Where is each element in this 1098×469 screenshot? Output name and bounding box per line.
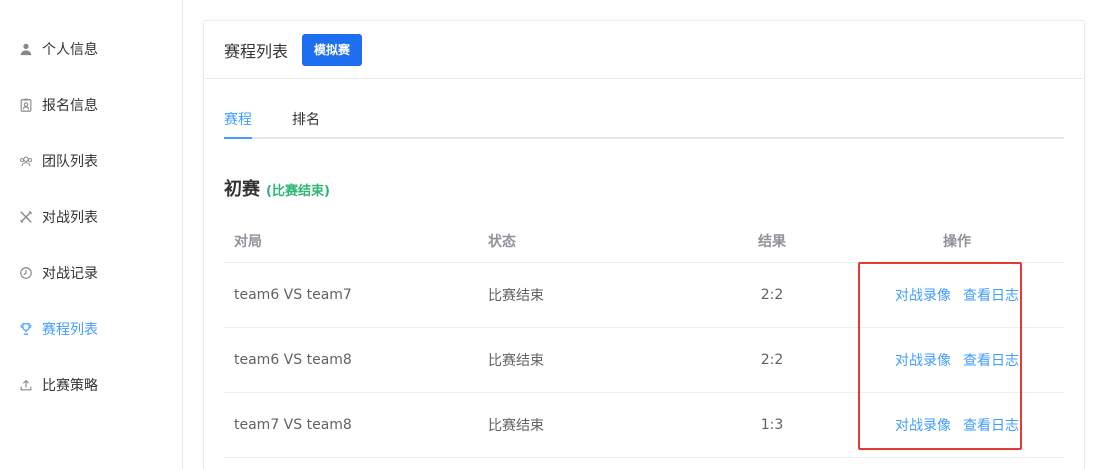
- header-match: 对局: [234, 233, 262, 250]
- tab-label: 排名: [292, 112, 320, 128]
- sidebar-item-records[interactable]: 对战记录: [18, 262, 98, 284]
- simulate-match-button[interactable]: 模拟赛: [302, 33, 363, 66]
- sidebar-item-label: 团队列表: [42, 154, 98, 170]
- tab-ranking[interactable]: 排名: [292, 109, 320, 129]
- round-name: 初赛: [224, 179, 260, 200]
- result-cell: 1:3: [760, 417, 784, 433]
- result-cell: 2:2: [760, 287, 784, 303]
- sidebar-item-label: 个人信息: [42, 42, 98, 58]
- actions-cell: 对战录像 查看日志: [874, 263, 1040, 327]
- sidebar-item-registration[interactable]: 报名信息: [18, 94, 98, 116]
- sidebar-item-label: 对战记录: [42, 266, 98, 282]
- sidebar-item-battles[interactable]: 对战列表: [18, 206, 98, 228]
- clock-icon: [18, 265, 34, 281]
- schedule-card: 赛程列表 模拟赛 赛程 排名 初赛 (比赛结束) 对局 状态 结果 操作 tea…: [203, 20, 1085, 469]
- header-status: 状态: [488, 233, 516, 250]
- sidebar-item-teams[interactable]: 团队列表: [18, 150, 98, 172]
- match-cell: team7 VS team8: [234, 417, 352, 433]
- sidebar-item-label: 对战列表: [42, 210, 98, 226]
- header-actions: 操作: [943, 233, 971, 250]
- sidebar-item-profile[interactable]: 个人信息: [18, 38, 98, 60]
- round-status: (比赛结束): [266, 184, 330, 199]
- replay-link[interactable]: 对战录像: [895, 285, 951, 305]
- page-title: 赛程列表: [224, 41, 289, 61]
- table-row: team6 VS team8 比赛结束 2:2 对战录像 查看日志: [224, 328, 1064, 393]
- tabs: 赛程 排名: [224, 99, 1064, 139]
- team-icon: [18, 153, 34, 169]
- round-heading: 初赛 (比赛结束): [224, 175, 330, 201]
- tab-label: 赛程: [224, 112, 252, 128]
- badge-icon: [18, 97, 34, 113]
- swords-icon: [18, 209, 34, 225]
- status-cell: 比赛结束: [488, 418, 544, 434]
- view-log-link[interactable]: 查看日志: [963, 415, 1019, 435]
- match-cell: team6 VS team7: [234, 287, 352, 303]
- view-log-link[interactable]: 查看日志: [963, 285, 1019, 305]
- tab-schedule[interactable]: 赛程: [224, 109, 252, 129]
- result-cell: 2:2: [760, 352, 784, 368]
- match-table: 对局 状态 结果 操作 team6 VS team7 比赛结束 2:2 对战录像…: [224, 219, 1064, 458]
- replay-link[interactable]: 对战录像: [895, 415, 951, 435]
- header-result: 结果: [758, 233, 786, 250]
- actions-cell: 对战录像 查看日志: [874, 328, 1040, 392]
- replay-link[interactable]: 对战录像: [895, 350, 951, 370]
- view-log-link[interactable]: 查看日志: [963, 350, 1019, 370]
- trophy-icon: [18, 321, 34, 337]
- status-cell: 比赛结束: [488, 288, 544, 304]
- tab-active-indicator: [224, 137, 252, 139]
- table-header: 对局 状态 结果 操作: [224, 219, 1064, 263]
- actions-cell: 对战录像 查看日志: [874, 393, 1040, 457]
- sidebar-item-strategy[interactable]: 比赛策略: [18, 374, 98, 396]
- table-row: team6 VS team7 比赛结束 2:2 对战录像 查看日志: [224, 263, 1064, 328]
- sidebar: 个人信息 报名信息 团队列表 对战列表 对战记录 赛程列表 比赛策略: [0, 0, 183, 469]
- sidebar-item-label: 比赛策略: [42, 378, 98, 394]
- table-row: team7 VS team8 比赛结束 1:3 对战录像 查看日志: [224, 393, 1064, 458]
- card-header: 赛程列表 模拟赛: [204, 21, 1084, 79]
- status-cell: 比赛结束: [488, 353, 544, 369]
- match-cell: team6 VS team8: [234, 352, 352, 368]
- upload-icon: [18, 377, 34, 393]
- sidebar-item-schedule[interactable]: 赛程列表: [18, 318, 98, 340]
- user-icon: [18, 41, 34, 57]
- sidebar-item-label: 赛程列表: [42, 322, 98, 338]
- sidebar-item-label: 报名信息: [42, 98, 98, 114]
